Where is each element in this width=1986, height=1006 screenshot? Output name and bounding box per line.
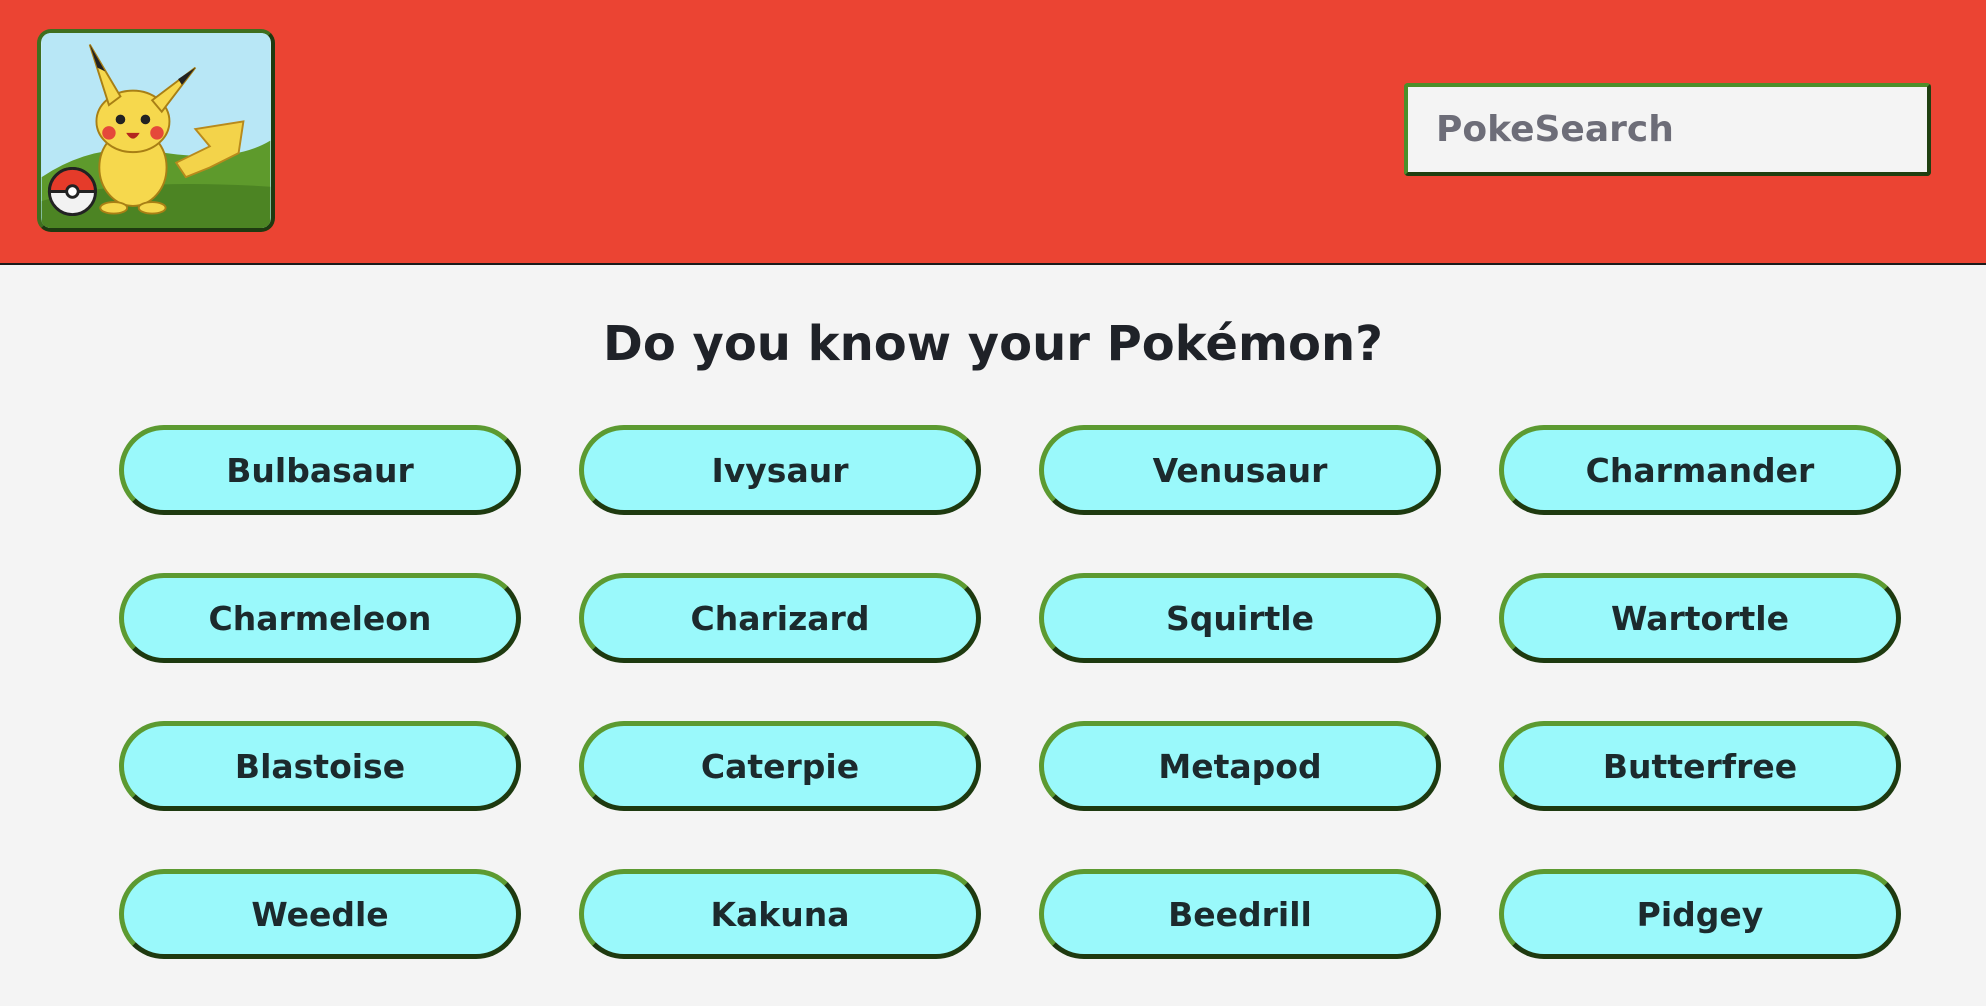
pokemon-button-venusaur[interactable]: Venusaur (1039, 425, 1441, 515)
pokemon-button-weedle[interactable]: Weedle (119, 869, 521, 959)
search-input[interactable] (1404, 83, 1931, 176)
pokemon-button-bulbasaur[interactable]: Bulbasaur (119, 425, 521, 515)
page-title: Do you know your Pokémon? (603, 316, 1383, 372)
pokemon-button-ivysaur[interactable]: Ivysaur (579, 425, 981, 515)
pokemon-button-charmeleon[interactable]: Charmeleon (119, 573, 521, 663)
pokemon-button-butterfree[interactable]: Butterfree (1499, 721, 1901, 811)
app-header (0, 0, 1986, 265)
pokemon-button-pidgey[interactable]: Pidgey (1499, 869, 1901, 959)
pokemon-button-caterpie[interactable]: Caterpie (579, 721, 981, 811)
pokemon-button-blastoise[interactable]: Blastoise (119, 721, 521, 811)
pokemon-button-kakuna[interactable]: Kakuna (579, 869, 981, 959)
pikachu-logo[interactable] (37, 29, 275, 232)
pokemon-grid: Bulbasaur Ivysaur Venusaur Charmander Ch… (119, 425, 1901, 959)
pokemon-button-wartortle[interactable]: Wartortle (1499, 573, 1901, 663)
pokemon-button-metapod[interactable]: Metapod (1039, 721, 1441, 811)
pikachu-icon (41, 33, 271, 228)
pokemon-button-charmander[interactable]: Charmander (1499, 425, 1901, 515)
pokemon-button-squirtle[interactable]: Squirtle (1039, 573, 1441, 663)
pokemon-button-charizard[interactable]: Charizard (579, 573, 981, 663)
pokemon-button-beedrill[interactable]: Beedrill (1039, 869, 1441, 959)
